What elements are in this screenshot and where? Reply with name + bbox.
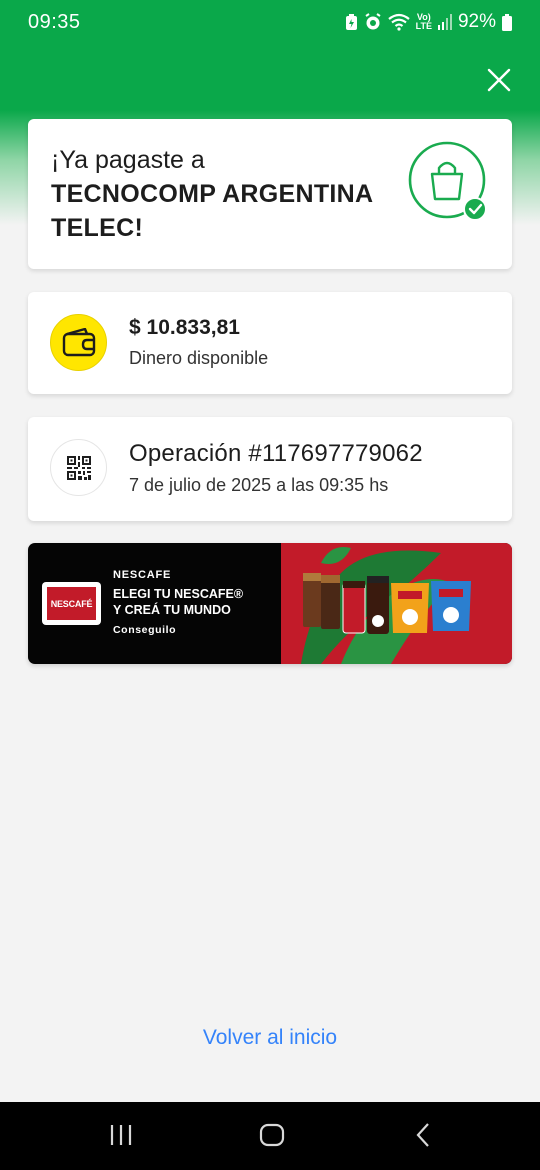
nescafe-logo: NESCAFÉ [42,582,101,625]
volte-icon: Vo) LTE [416,13,432,31]
wallet-icon [50,314,107,371]
status-time: 09:35 [28,10,81,33]
ad-headline-line1: ELEGI TU NESCAFE® [113,587,244,601]
qr-code-icon [50,439,107,496]
payment-message: ¡Ya pagaste a TECNOCOMP ARGENTINA TELEC! [51,143,396,245]
operation-number: Operación #117697779062 [129,440,423,467]
ad-brand: NESCAFE [113,569,172,581]
nescafe-logo-text: NESCAFÉ [47,587,96,620]
alarm-icon [364,13,382,31]
balance-card[interactable]: $ 10.833,81 Dinero disponible [28,292,512,394]
home-button[interactable] [259,1122,285,1153]
payment-success-card: ¡Ya pagaste a TECNOCOMP ARGENTINA TELEC! [28,119,512,269]
navigation-bar [0,1102,540,1170]
balance-amount: $ 10.833,81 [129,316,240,339]
signal-icon [437,14,452,30]
battery-saver-icon [345,13,358,31]
status-icons: Vo) LTE 92% [345,11,512,33]
payment-message-prefix: ¡Ya pagaste a [51,146,205,174]
battery-icon [502,13,512,31]
shopping-bag-check-icon [408,141,490,223]
wifi-icon [387,13,410,31]
ad-headline: ELEGI TU NESCAFE® Y CREÁ TU MUNDO [113,586,243,618]
volte-label-bottom: LTE [415,21,432,31]
battery-percent: 92% [457,11,496,32]
close-icon [487,68,511,92]
back-button[interactable] [413,1122,433,1153]
status-bar: 09:35 Vo) LTE 92% [0,0,540,44]
back-home-link[interactable]: Volver al inicio [0,1026,540,1050]
back-icon [416,1123,429,1147]
merchant-name-line2: TELEC! [51,214,144,242]
nescafe-ad-banner[interactable]: NESCAFÉ NESCAFE ELEGI TU NESCAFE® Y CREÁ… [28,543,512,664]
operation-date: 7 de julio de 2025 a las 09:35 hs [129,475,389,495]
balance-label: Dinero disponible [129,348,269,368]
recent-apps-icon [110,1125,132,1145]
merchant-name-line1: TECNOCOMP ARGENTINA [51,180,374,208]
ad-cta[interactable]: Conseguilo [113,624,176,636]
recent-apps-button[interactable] [109,1122,133,1153]
ad-product-image [301,547,471,664]
ad-headline-line2: Y CREÁ TU MUNDO [113,603,231,617]
home-icon [259,1123,285,1147]
operation-card[interactable]: Operación #117697779062 7 de julio de 20… [28,417,512,521]
close-button[interactable] [486,67,512,93]
